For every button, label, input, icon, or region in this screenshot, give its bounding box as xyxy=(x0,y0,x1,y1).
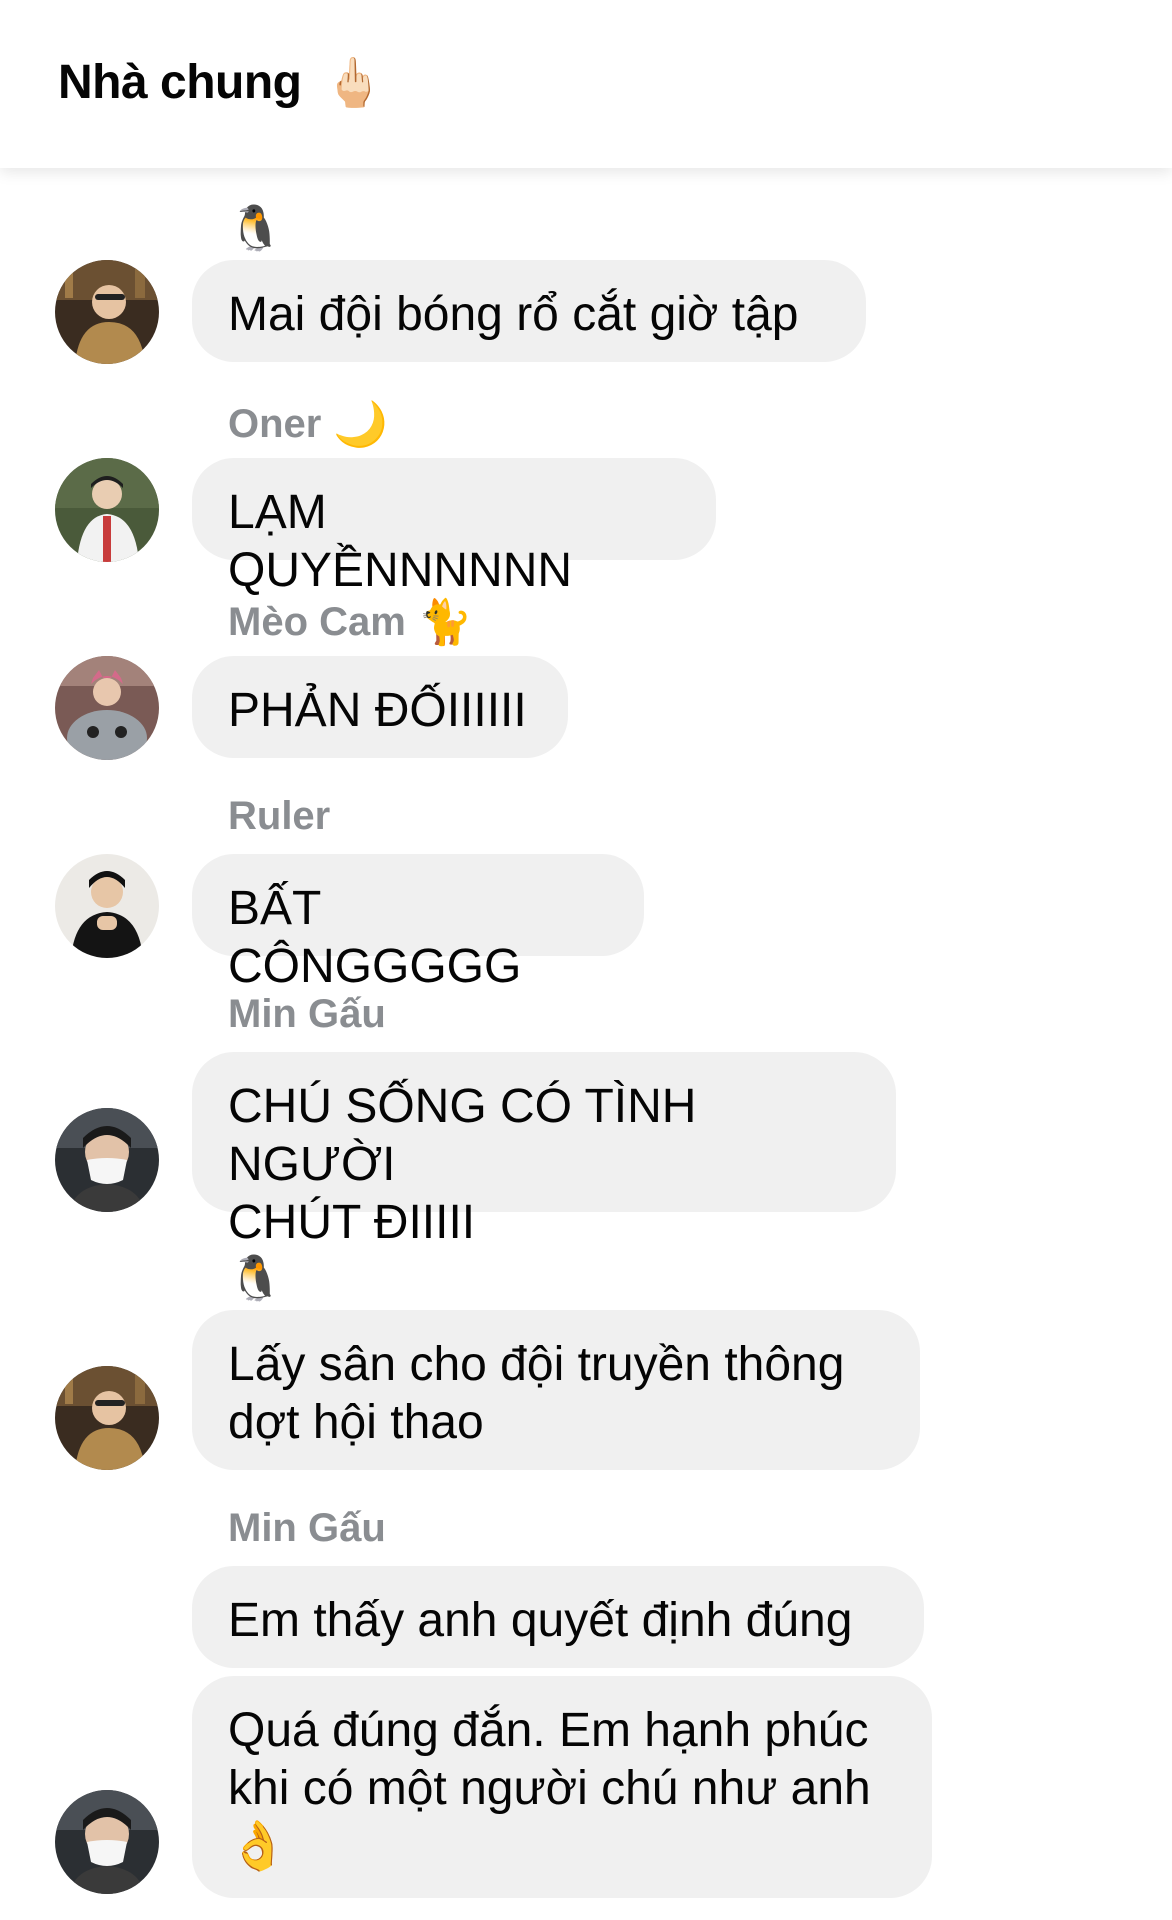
avatar[interactable] xyxy=(55,1790,159,1894)
sender-name: Oner xyxy=(228,401,322,446)
message-bubble[interactable]: LẠM QUYỀNNNNNN xyxy=(192,458,716,597)
penguin-emoji-icon: 🐧 xyxy=(228,204,283,253)
sender-label: 🐧 xyxy=(228,202,283,254)
hand-emoji-icon: 🖕🏻 xyxy=(323,57,384,110)
avatar[interactable] xyxy=(55,1366,159,1470)
message-bubble[interactable]: BẤT CÔNGGGGG xyxy=(192,854,644,993)
avatar[interactable] xyxy=(55,656,159,760)
sender-label: 🐧 xyxy=(228,1252,283,1304)
sender-name: Min Gấu xyxy=(228,1506,386,1550)
chat-screen: Nhà chung 🖕🏻 🐧 Mai đội bóng rổ cắt giờ t… xyxy=(0,0,1172,1920)
cat-emoji-icon: 🐈 xyxy=(417,598,473,647)
sender-label: Min Gấu xyxy=(228,992,386,1037)
message-bubble[interactable]: Quá đúng đắn. Em hạnh phúc khi có một ng… xyxy=(192,1676,932,1898)
group-name-label: Nhà chung xyxy=(58,56,302,109)
chat-header: Nhà chung 🖕🏻 xyxy=(0,0,1172,168)
penguin-emoji-icon: 🐧 xyxy=(228,1254,283,1303)
sender-name: Mèo Cam xyxy=(228,599,406,644)
sender-label: Ruler xyxy=(228,794,330,839)
group-name[interactable]: Nhà chung 🖕🏻 xyxy=(58,54,383,111)
message-bubble[interactable]: Em thấy anh quyết định đúng xyxy=(192,1566,924,1668)
message-bubble[interactable]: Mai đội bóng rổ cắt giờ tập xyxy=(192,260,866,362)
sender-label: Min Gấu xyxy=(228,1506,386,1551)
sender-name: Ruler xyxy=(228,794,331,838)
avatar[interactable] xyxy=(55,260,159,364)
message-bubble[interactable]: Lấy sân cho đội truyền thông dợt hội tha… xyxy=(192,1310,920,1470)
sender-name: Min Gấu xyxy=(228,992,386,1036)
sender-label: Oner 🌙 xyxy=(228,398,388,450)
avatar[interactable] xyxy=(55,458,159,562)
message-bubble[interactable]: PHẢN ĐỐIIIIII xyxy=(192,656,568,758)
avatar[interactable] xyxy=(55,854,159,958)
avatar[interactable] xyxy=(55,1108,159,1212)
sender-label: Mèo Cam 🐈 xyxy=(228,596,473,648)
message-bubble[interactable]: CHÚ SỐNG CÓ TÌNH NGƯỜI CHÚT ĐIIIII xyxy=(192,1052,896,1249)
moon-emoji-icon: 🌙 xyxy=(333,400,389,449)
